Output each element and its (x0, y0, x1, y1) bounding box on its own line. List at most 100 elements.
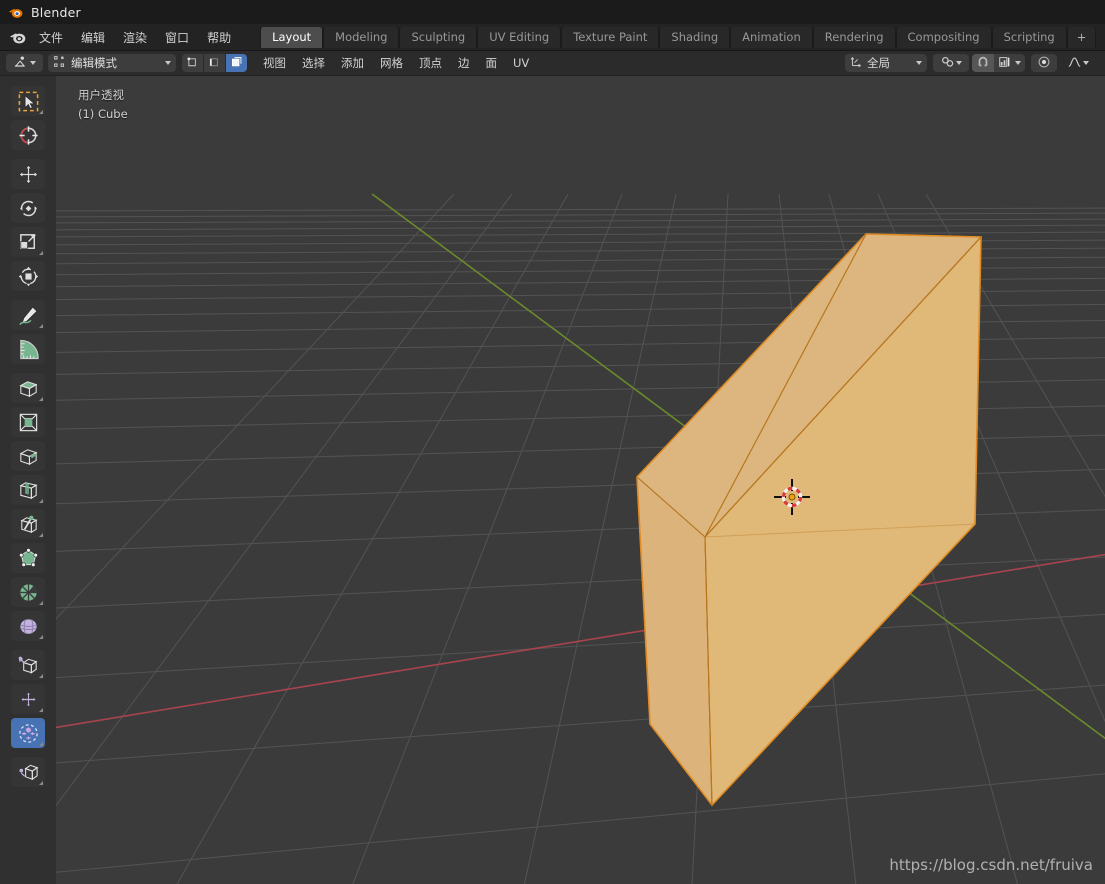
toolshelf (0, 76, 56, 884)
viewport-menu-uv[interactable]: UV (505, 53, 537, 73)
pivot-point-icon (941, 55, 955, 72)
tool-transform[interactable] (11, 261, 45, 291)
blender-menu-logo-icon[interactable] (4, 29, 30, 46)
select-mode-vertex[interactable] (182, 54, 203, 72)
face-select-icon (230, 54, 243, 73)
chevron-down-icon (1015, 61, 1021, 65)
move-icon (18, 164, 38, 184)
tool-edge-slide[interactable] (11, 650, 45, 680)
tab-shading[interactable]: Shading (659, 26, 731, 48)
viewport-canvas (56, 76, 1105, 884)
tool-tweak-select-box[interactable] (11, 86, 45, 116)
measure-icon (19, 339, 39, 359)
tool-poly-build[interactable] (11, 543, 45, 573)
viewport-menu-edge[interactable]: 边 (450, 52, 478, 74)
viewport-menu-view[interactable]: 视图 (255, 52, 294, 74)
tab-animation[interactable]: Animation (730, 26, 813, 48)
inset-faces-icon (19, 413, 37, 431)
tool-shrink-fatten[interactable] (11, 684, 45, 714)
vertex-select-icon (186, 54, 199, 73)
viewport-menu-add[interactable]: 添加 (333, 52, 372, 74)
tool-randomize[interactable] (11, 718, 45, 748)
proportional-editing-icon (1037, 55, 1051, 72)
tool-loop-cut[interactable] (11, 475, 45, 505)
tool-group-corner-icon (39, 674, 43, 678)
tool-group-corner-icon (39, 635, 43, 639)
menu-help[interactable]: 帮助 (198, 26, 240, 49)
tab-layout[interactable]: Layout (260, 26, 324, 48)
tool-group-corner-icon (39, 601, 43, 605)
interaction-mode-selector[interactable]: 编辑模式 (48, 54, 176, 72)
menu-edit[interactable]: 编辑 (72, 26, 114, 49)
tab-compositing[interactable]: Compositing (895, 26, 992, 48)
editor-type-3dview-icon (14, 55, 28, 72)
tool-cursor[interactable] (11, 120, 45, 150)
tab-rendering[interactable]: Rendering (812, 26, 896, 48)
tab-uv-editing[interactable]: UV Editing (477, 26, 562, 48)
tool-measure[interactable] (11, 334, 45, 364)
snap-target-selector[interactable] (994, 54, 1025, 72)
snap-toggle-button[interactable] (972, 54, 994, 72)
tool-spin[interactable] (11, 577, 45, 607)
transform-orientation-label: 全局 (867, 56, 890, 70)
chevron-down-icon (1083, 61, 1089, 65)
bevel-icon (19, 448, 37, 465)
viewport-menu-vertex[interactable]: 顶点 (411, 52, 450, 74)
tool-bevel[interactable] (11, 441, 45, 471)
tool-rip-region[interactable] (11, 757, 45, 787)
tab-texture-paint[interactable]: Texture Paint (561, 26, 660, 48)
shrink-fatten-icon (20, 691, 36, 707)
transform-icon (18, 266, 38, 286)
workspace-tabs: Layout Modeling Sculpting UV Editing Tex… (260, 24, 1097, 51)
window-title: Blender (31, 4, 81, 20)
tool-inset-faces[interactable] (11, 407, 45, 437)
interaction-mode-label: 编辑模式 (71, 56, 117, 70)
knife-icon (19, 515, 38, 533)
spin-icon (19, 583, 37, 601)
transform-orientation-selector[interactable]: 全局 (845, 54, 927, 72)
tab-scripting[interactable]: Scripting (991, 26, 1067, 48)
select-box-icon (18, 91, 38, 111)
select-mode-face[interactable] (226, 54, 247, 72)
tool-rotate[interactable] (11, 193, 45, 223)
viewport-menu-mesh[interactable]: 网格 (372, 52, 411, 74)
rotate-icon (19, 200, 37, 216)
tool-smooth[interactable] (11, 611, 45, 641)
pivot-point-selector[interactable] (933, 54, 969, 72)
menu-render[interactable]: 渲染 (114, 26, 156, 49)
select-mode-edge[interactable] (204, 54, 225, 72)
tool-move[interactable] (11, 159, 45, 189)
snapping-group (972, 54, 1025, 72)
menu-window[interactable]: 窗口 (156, 26, 198, 49)
viewport-menu-face[interactable]: 面 (478, 52, 506, 74)
topbar: 文件 编辑 渲染 窗口 帮助 Layout Modeling Sculpting… (0, 24, 1105, 51)
menu-file[interactable]: 文件 (30, 26, 72, 49)
add-workspace-button[interactable]: + (1066, 26, 1097, 48)
tool-annotate[interactable] (11, 300, 45, 330)
blender-logo-icon (8, 5, 23, 20)
chevron-down-icon (165, 61, 171, 65)
loop-cut-icon (18, 481, 38, 499)
rip-region-icon (18, 764, 38, 780)
window-titlebar: Blender (0, 0, 1105, 24)
extrude-region-icon (19, 380, 37, 397)
tool-scale[interactable] (11, 227, 45, 257)
editor-type-selector[interactable] (6, 54, 43, 72)
tab-sculpting[interactable]: Sculpting (399, 26, 478, 48)
tab-modeling[interactable]: Modeling (323, 26, 400, 48)
snap-magnet-icon (976, 54, 990, 73)
viewport-menu-select[interactable]: 选择 (294, 52, 333, 74)
chevron-down-icon (29, 61, 36, 65)
tool-knife[interactable] (11, 509, 45, 539)
transform-orientation-icon (850, 55, 863, 71)
tool-group-corner-icon (39, 499, 43, 503)
tool-group-corner-icon (39, 533, 43, 537)
viewport-3d[interactable]: 用户透视 (1) Cube https://blog.csdn.net/frui… (56, 76, 1105, 884)
scale-icon (19, 233, 36, 249)
proportional-editing-toggle[interactable] (1031, 54, 1057, 72)
tool-group-corner-icon (39, 324, 43, 328)
tool-extrude-region[interactable] (11, 373, 45, 403)
annotate-icon (18, 305, 37, 325)
proportional-falloff-selector[interactable] (1060, 54, 1096, 72)
randomize-icon (18, 723, 38, 743)
